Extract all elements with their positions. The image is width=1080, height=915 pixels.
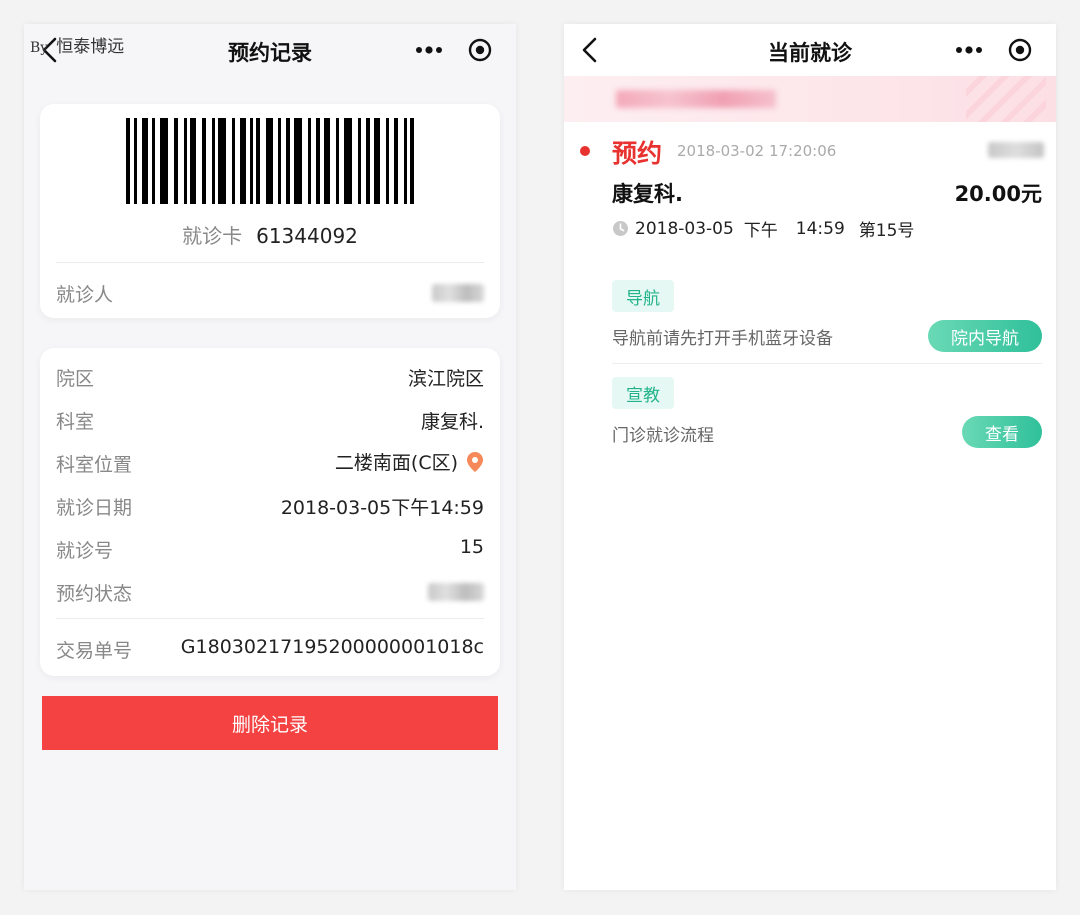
card-label: 就诊卡 (182, 224, 243, 248)
banner-decoration (966, 76, 1046, 122)
detail-label-location: 科室位置 (56, 454, 133, 476)
watermark-by: By (30, 40, 49, 56)
delete-record-button[interactable]: 删除记录 (42, 696, 498, 750)
location-text: 二楼南面(C区) (334, 452, 458, 474)
detail-value-number: 15 (459, 536, 484, 558)
detail-label-status: 预约状态 (56, 583, 133, 605)
watermark-text: 恒泰博远 (56, 37, 125, 57)
current-visit-screen: 当前就诊 预约 2018-03-02 17:20:06 康复科. 20.00元 … (564, 24, 1056, 890)
education-description: 门诊就诊流程 (612, 426, 714, 446)
detail-label-date: 就诊日期 (56, 497, 133, 519)
clock-icon (613, 221, 628, 236)
visit-card: 就诊卡 61344092 就诊人 (40, 104, 500, 318)
close-miniprogram-icon[interactable] (1006, 36, 1034, 64)
watermark: By 恒泰博远 (30, 32, 124, 57)
barcode-image (126, 118, 414, 204)
status-dot (580, 146, 590, 156)
visit-time-line: 2018-03-05 下午 14:59 第15号 (612, 216, 920, 241)
location-pin-icon[interactable] (466, 451, 484, 473)
detail-label-department: 科室 (56, 411, 95, 433)
visit-period: 下午 (743, 221, 778, 241)
more-icon[interactable] (414, 40, 444, 60)
divider (612, 363, 1042, 364)
status-value-redacted (428, 583, 484, 601)
card-number: 61344092 (256, 224, 358, 248)
back-icon[interactable] (578, 36, 604, 64)
navigation-tag: 导航 (612, 280, 674, 312)
status-extra-redacted (988, 142, 1044, 158)
detail-label-number: 就诊号 (56, 540, 114, 562)
close-miniprogram-icon[interactable] (466, 36, 494, 64)
banner-text-redacted (616, 90, 776, 108)
appointment-details: 院区 滨江院区 科室 康复科. 科室位置 二楼南面(C区) 就诊日期 2018-… (40, 348, 500, 676)
detail-value-campus: 滨江院区 (407, 368, 484, 390)
more-icon[interactable] (954, 40, 984, 60)
visit-date: 2018-03-05 (635, 218, 734, 239)
order-label: 交易单号 (56, 640, 133, 662)
divider (56, 262, 484, 263)
department-name: 康复科. (612, 182, 683, 206)
card-number-line: 就诊卡 61344092 (40, 220, 500, 249)
education-tag: 宣教 (612, 377, 674, 409)
detail-label-campus: 院区 (56, 368, 95, 390)
patient-name-redacted (432, 284, 484, 302)
appointment-record-screen: 预约记录 就诊卡 61344092 就诊人 院区 滨江院区 科室 康复科. 科室… (24, 24, 516, 890)
visit-time: 14:59 (795, 218, 845, 239)
order-number: G18030217195200000001018c (180, 636, 484, 658)
navbar: 当前就诊 (564, 24, 1056, 76)
appointment-status: 预约 (612, 139, 663, 168)
divider (56, 618, 484, 619)
visit-number: 第15号 (858, 221, 915, 241)
detail-value-department: 康复科. (420, 411, 484, 433)
detail-value-location[interactable]: 二楼南面(C区) (335, 448, 484, 475)
detail-value-date: 2018-03-05下午14:59 (280, 497, 484, 519)
appointment-created-time: 2018-03-02 17:20:06 (677, 142, 837, 160)
navigation-description: 导航前请先打开手机蓝牙设备 (612, 329, 833, 349)
fee-amount: 20.00元 (954, 182, 1042, 206)
notice-banner[interactable] (564, 76, 1056, 122)
view-button[interactable]: 查看 (962, 416, 1042, 448)
indoor-navigation-button[interactable]: 院内导航 (928, 320, 1042, 352)
patient-label: 就诊人 (56, 284, 114, 306)
